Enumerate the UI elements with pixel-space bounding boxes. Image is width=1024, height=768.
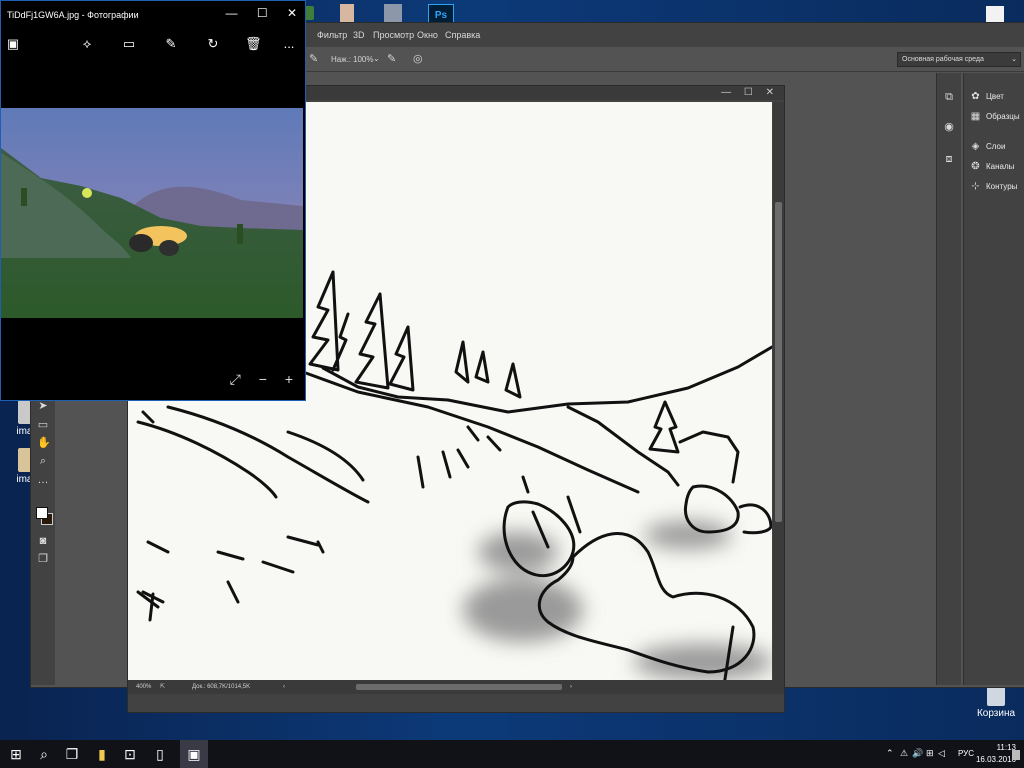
pressure-label: Наж.:	[331, 55, 352, 64]
menu-item-view[interactable]: Просмотр	[373, 30, 414, 40]
more-tools-icon[interactable]: …	[37, 474, 49, 486]
hand-tool-icon[interactable]: ✋	[37, 437, 51, 449]
close-button[interactable]: ✕	[287, 6, 297, 20]
panel-label: Контуры	[986, 182, 1018, 191]
menu-item-help[interactable]: Справка	[445, 30, 480, 40]
clock[interactable]: 11:13 16.03.2016	[976, 742, 1016, 766]
dock-icon-column: ⧉ ◉ ⧈	[936, 73, 961, 685]
close-button[interactable]: ✕	[766, 87, 774, 98]
adjustments-panel-icon[interactable]: ◉	[943, 121, 955, 133]
panel-label: Образцы	[986, 112, 1020, 121]
panel-layers[interactable]: ◈ Слои	[970, 139, 1006, 155]
minimize-button[interactable]: —	[721, 87, 731, 98]
desktop-icon-label: Корзина	[976, 708, 1016, 719]
panel-label: Каналы	[986, 162, 1015, 171]
maximize-button[interactable]: ☐	[257, 6, 268, 20]
photos-app-window: TiDdFj1GW6A.jpg - Фотографии — ☐ ✕ ▣ ⟡ ▭…	[0, 0, 306, 401]
properties-panel-icon[interactable]: ⧈	[943, 153, 955, 165]
panels-dock: ✿ Цвет ▦ Образцы ◈ Слои ❂ Каналы ⊹ Контуры	[963, 73, 1024, 685]
swatches-grid-icon: ▦	[970, 111, 981, 123]
panel-channels[interactable]: ❂ Каналы	[970, 159, 1014, 175]
more-icon[interactable]: ...	[281, 36, 297, 52]
chevron-right-icon[interactable]: ›	[570, 680, 572, 694]
menu-item-window[interactable]: Окно	[417, 30, 438, 40]
rectangle-tool-icon[interactable]: ▭	[37, 419, 49, 431]
pressure-input[interactable]: 100%	[353, 55, 373, 64]
landscape-photo	[1, 108, 303, 318]
photos-window-controls: — ☐ ✕	[209, 6, 297, 20]
zoom-level[interactable]: 400%	[136, 680, 151, 694]
file-explorer-icon[interactable]: ▮	[94, 746, 110, 762]
input-language[interactable]: РУС	[958, 749, 974, 758]
app-icon[interactable]	[340, 4, 354, 22]
volume-icon[interactable]: ◁	[938, 748, 945, 759]
document-window-controls: — ☐ ✕	[711, 87, 774, 98]
history-panel-icon[interactable]: ⧉	[943, 91, 955, 103]
notification-tray-icon[interactable]: ⚠	[900, 748, 908, 759]
scrollbar-thumb[interactable]	[775, 202, 782, 522]
paths-icon: ⊹	[971, 181, 980, 193]
image-icon[interactable]: ▣	[5, 36, 21, 52]
workspace-select[interactable]: Основная рабочая среда ⌄	[897, 52, 1021, 67]
channels-icon: ❂	[971, 161, 980, 173]
chevron-left-icon[interactable]: ‹	[283, 680, 285, 694]
app-icon[interactable]	[384, 4, 402, 22]
workspace-label: Основная рабочая среда	[902, 56, 984, 63]
slideshow-icon[interactable]: ▭	[121, 36, 137, 52]
menu-item-filter[interactable]: Фильтр	[317, 30, 347, 40]
document-icon[interactable]: ▯	[152, 746, 168, 762]
color-wheel-icon: ✿	[971, 91, 980, 103]
recycle-bin-icon	[987, 686, 1005, 706]
brush-pressure-icon[interactable]: ✎	[387, 52, 396, 65]
export-icon[interactable]: ⇱	[160, 680, 165, 694]
zoom-tool-icon[interactable]: ⌕	[37, 455, 49, 467]
chevron-up-icon[interactable]: ⌃	[886, 748, 894, 759]
clock-date: 16.03.2016	[975, 755, 1016, 764]
zoom-out-button[interactable]: −	[259, 371, 267, 387]
airbrush-icon[interactable]: ✎	[309, 52, 318, 65]
windows-start-icon[interactable]: ⊞	[8, 746, 24, 762]
layers-icon: ◈	[971, 141, 980, 153]
share-icon[interactable]: ⟡	[79, 36, 95, 52]
rotate-icon[interactable]: ↻	[205, 36, 221, 52]
chevron-down-icon[interactable]: ⌄	[373, 54, 380, 63]
photos-window-title: TiDdFj1GW6A.jpg - Фотографии	[7, 10, 139, 20]
photos-titlebar: TiDdFj1GW6A.jpg - Фотографии — ☐ ✕	[1, 1, 305, 29]
search-icon[interactable]: ⌕	[36, 746, 52, 762]
delete-icon[interactable]: 🗑	[245, 36, 262, 52]
chevron-down-icon: ⌄	[1011, 56, 1017, 63]
sound-icon[interactable]: 🔊	[912, 748, 923, 759]
photos-app-icon[interactable]: ▣	[180, 740, 208, 768]
action-center-icon[interactable]	[1012, 750, 1020, 760]
zoom-in-button[interactable]: +	[285, 371, 293, 387]
desktop-icon-recycle-bin[interactable]: Корзина	[966, 686, 1024, 719]
store-icon[interactable]: ⊡	[122, 746, 138, 762]
vertical-scrollbar[interactable]	[773, 102, 784, 680]
edit-pencil-icon[interactable]: ✎	[163, 36, 179, 52]
panel-label: Цвет	[986, 92, 1004, 101]
panel-label: Слои	[986, 142, 1006, 151]
document-info[interactable]: Док.: 608,7K/1014,5K	[192, 680, 250, 694]
move-tool-icon[interactable]: ➤	[37, 400, 49, 412]
photos-toolbar: ▣ ⟡ ▭ ✎ ↻ 🗑 ...	[1, 29, 305, 61]
panel-paths[interactable]: ⊹ Контуры	[970, 179, 1017, 195]
network-icon[interactable]: ⊞	[926, 748, 934, 759]
panel-swatches[interactable]: ▦ Образцы	[970, 109, 1020, 125]
panel-color[interactable]: ✿ Цвет	[970, 89, 1004, 105]
quick-mask-icon[interactable]: ◙	[37, 535, 49, 547]
foreground-color-swatch[interactable]	[36, 507, 48, 519]
taskbar: ⊞ ⌕ ❐ ▮ ⊡ ▯ ▣ ⌃ ⚠ 🔊 ⊞ ◁ РУС 11:13 16.03.…	[0, 740, 1024, 768]
horizontal-scrollbar[interactable]	[356, 684, 562, 690]
zoom-controls: ⤢ − +	[216, 371, 293, 388]
brush-angle-icon[interactable]: ◎	[413, 52, 423, 65]
fit-screen-icon[interactable]: ⤢	[230, 371, 241, 387]
document-status-bar: 400% ⇱ Док.: 608,7K/1014,5K ‹ ›	[128, 680, 784, 694]
menu-item-3d[interactable]: 3D	[353, 30, 365, 40]
maximize-button[interactable]: ☐	[744, 87, 753, 98]
screen-mode-icon[interactable]: ❐	[37, 553, 49, 565]
task-view-icon[interactable]: ❐	[64, 746, 80, 762]
clock-time: 11:13	[996, 743, 1016, 752]
minimize-button[interactable]: —	[225, 6, 237, 20]
